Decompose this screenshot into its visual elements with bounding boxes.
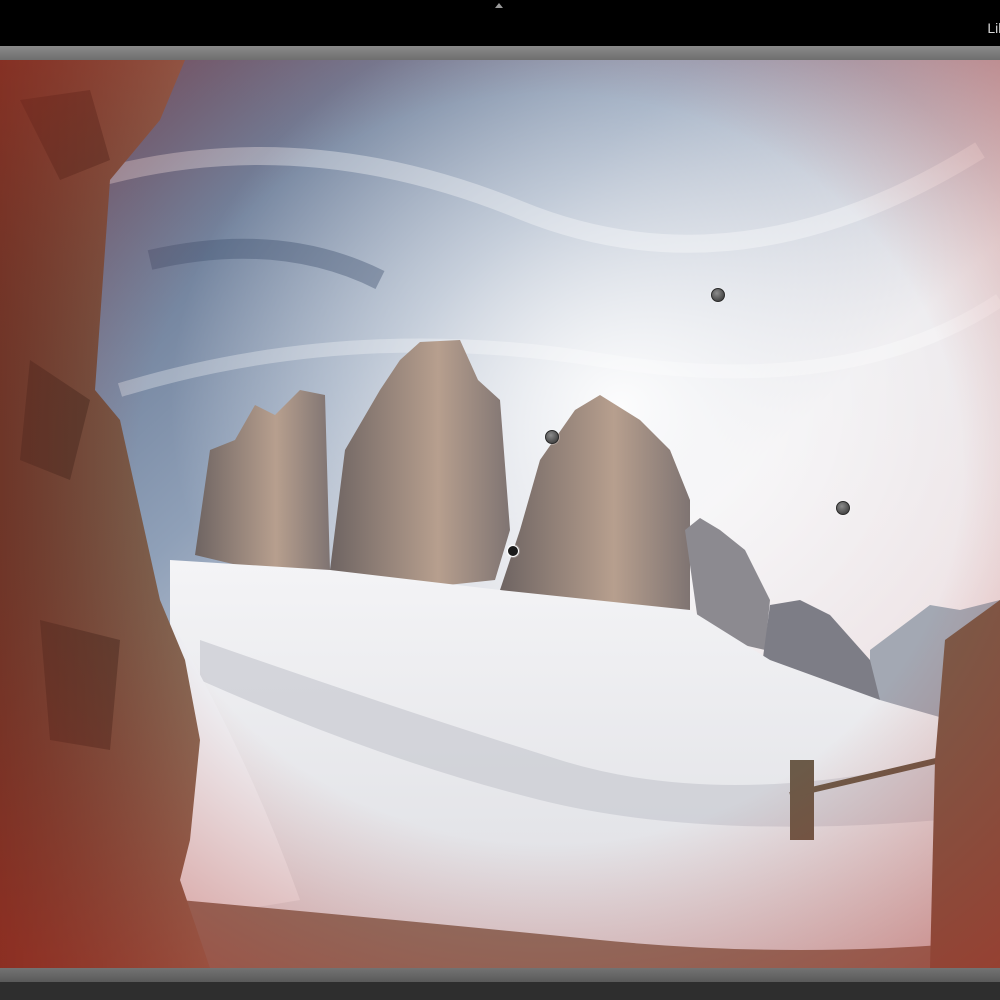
adjustment-pin[interactable] bbox=[836, 501, 850, 515]
adjustment-pin-selected[interactable] bbox=[507, 545, 519, 557]
module-picker-library[interactable]: Lib bbox=[987, 20, 1000, 36]
photo-canvas[interactable] bbox=[0, 60, 1000, 968]
bottom-panel-bar bbox=[0, 982, 1000, 1000]
adjustment-pin[interactable] bbox=[545, 430, 559, 444]
adjustment-pin[interactable] bbox=[711, 288, 725, 302]
image-frame-bottom bbox=[0, 968, 1000, 982]
image-frame-top bbox=[0, 46, 1000, 60]
landscape-image bbox=[0, 60, 1000, 968]
top-panel-bar: Lib bbox=[0, 0, 1000, 46]
panel-collapse-arrow-icon[interactable] bbox=[495, 3, 503, 8]
